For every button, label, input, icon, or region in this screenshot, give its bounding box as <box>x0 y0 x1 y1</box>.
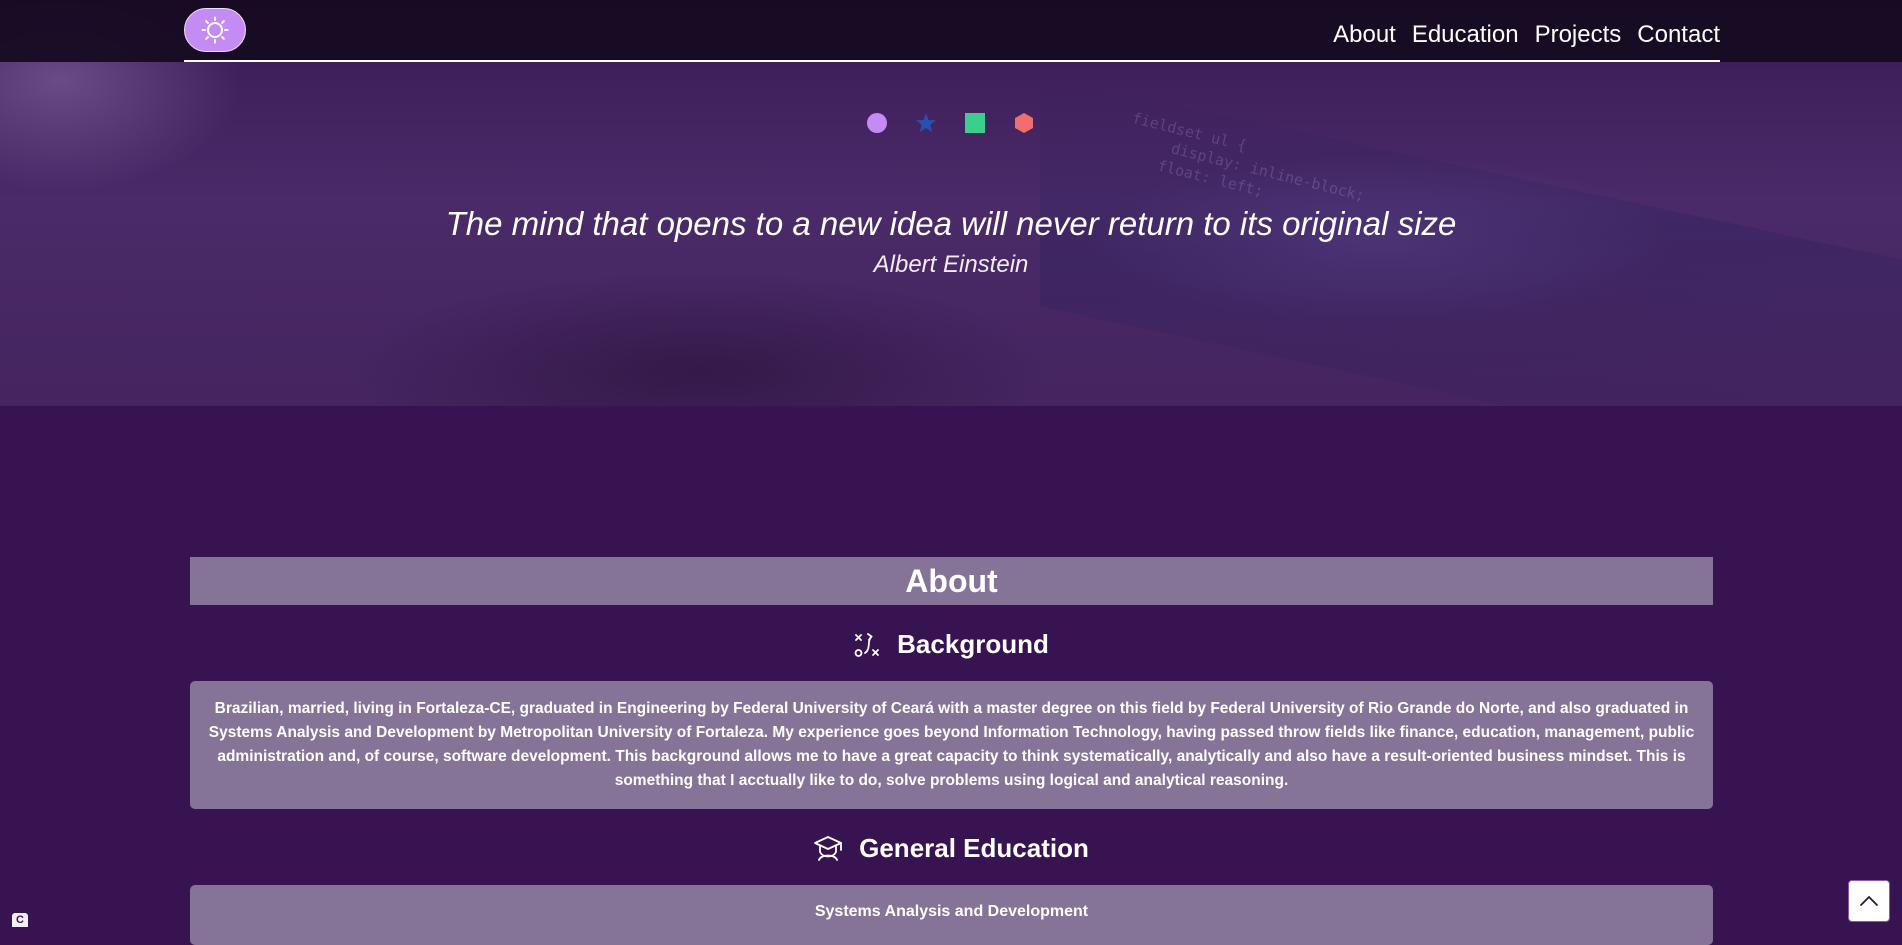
nav-links: About Education Projects Contact <box>1333 20 1720 50</box>
hexagon-icon <box>1015 113 1033 133</box>
hero-quote-author: Albert Einstein <box>873 251 1029 278</box>
nav-link-about[interactable]: About <box>1333 20 1396 50</box>
square-icon <box>965 113 985 133</box>
scroll-to-top-button[interactable] <box>1848 880 1890 922</box>
chevron-up-icon <box>1860 896 1878 906</box>
background-heading-text: Background <box>897 629 1049 659</box>
circle-icon <box>867 113 887 133</box>
background-text-card: Brazilian, married, living in Fortaleza-… <box>190 681 1713 809</box>
graduation-cap-icon <box>814 835 843 861</box>
nav-link-education[interactable]: Education <box>1412 20 1519 50</box>
decorative-shapes <box>866 112 1035 134</box>
general-education-heading: General Education <box>0 833 1902 864</box>
about-section-title: About <box>190 557 1713 605</box>
corner-badge: C <box>12 913 28 927</box>
navbar: About Education Projects Contact <box>0 0 1902 62</box>
nav-link-contact[interactable]: Contact <box>1637 20 1720 50</box>
general-education-heading-text: General Education <box>859 833 1089 863</box>
strategy-icon <box>854 632 880 657</box>
theme-toggle-button[interactable] <box>184 8 246 52</box>
star-icon <box>916 113 936 133</box>
sun-icon <box>201 16 229 44</box>
education-item-card: Systems Analysis and Development <box>190 885 1713 945</box>
background-heading: Background <box>0 629 1902 660</box>
hero-quote: The mind that opens to a new idea will n… <box>445 205 1457 242</box>
nav-link-projects[interactable]: Projects <box>1535 20 1622 50</box>
nav-divider <box>184 60 1720 62</box>
